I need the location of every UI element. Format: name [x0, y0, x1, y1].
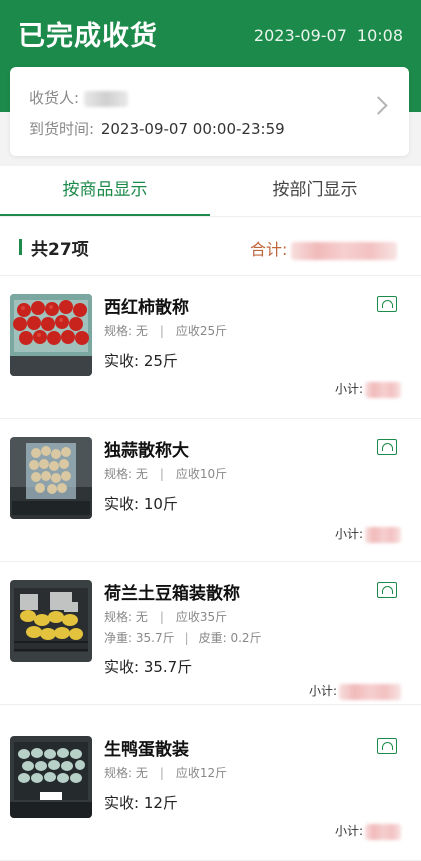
receiver-name-redacted [83, 90, 128, 107]
subtotal: 小计: [309, 682, 401, 700]
arrival-value: 2023-09-07 00:00-23:59 [100, 120, 285, 138]
subtotal: 小计: [335, 822, 401, 840]
spec-value: 规格: 无 [104, 766, 148, 780]
spec-value: 规格: 无 [104, 324, 148, 338]
header-date: 2023-09-07 [253, 26, 347, 45]
product-image-potato [10, 580, 92, 662]
product-spec: 规格: 无 | 应收35斤 [104, 610, 228, 624]
page-title: 已完成收货 [18, 21, 158, 52]
total-label: 合计: [250, 240, 288, 259]
product-spec: 规格: 无 | 应收10斤 [104, 467, 228, 481]
list-item[interactable]: 西红柿散称 规格: 无 | 应收25斤 实收: 25斤 小计: [0, 276, 421, 419]
tab-by-department[interactable]: 按部门显示 [210, 166, 420, 216]
arrival-label: 到货时间: [29, 120, 95, 138]
total-value-redacted [291, 241, 398, 260]
subtotal-label: 小计: [334, 824, 363, 838]
net-weight: 净重: 35.7斤 [104, 631, 175, 645]
spec-value: 规格: 无 [104, 467, 148, 481]
spec-value: 规格: 无 [104, 610, 148, 624]
tab-bar: 按商品显示 按部门显示 [0, 166, 421, 217]
product-name: 独蒜散称大 [104, 441, 189, 461]
received-qty: 实收: 35.7斤 [104, 658, 193, 676]
expected-qty: 应收12斤 [175, 766, 228, 780]
tare-weight: 皮重: 0.2斤 [198, 631, 262, 645]
product-name: 生鸭蛋散装 [104, 740, 189, 760]
chevron-right-icon[interactable] [369, 96, 388, 115]
product-spec: 规格: 无 | 应收25斤 [104, 324, 228, 338]
scale-icon[interactable] [377, 296, 397, 312]
receiver-row: 收货人: [29, 87, 128, 108]
product-image-duck-egg [10, 736, 92, 818]
subtotal-value-redacted [365, 526, 401, 543]
product-image-tomato [10, 294, 92, 376]
receiver-label: 收货人: [29, 89, 80, 107]
subtotal-label: 小计: [334, 382, 363, 396]
weight-info: 净重: 35.7斤 | 皮重: 0.2斤 [104, 631, 262, 645]
tab-by-product[interactable]: 按商品显示 [0, 166, 210, 216]
subtotal-label: 小计: [308, 684, 337, 698]
summary-bar: 共27项 合计: [0, 217, 421, 276]
header-datetime: 2023-09-07 10:08 [254, 26, 403, 45]
list-item[interactable]: 荷兰土豆箱装散称 规格: 无 | 应收35斤 净重: 35.7斤 | 皮重: 0.2斤 … [0, 562, 421, 705]
subtotal-value-redacted [365, 381, 401, 398]
scale-icon[interactable] [377, 582, 397, 598]
received-qty: 实收: 12斤 [104, 794, 178, 812]
header-time: 10:08 [356, 26, 403, 45]
subtotal-value-redacted [365, 823, 401, 840]
product-image-garlic [10, 437, 92, 519]
expected-qty: 应收10斤 [175, 467, 228, 481]
expected-qty: 应收35斤 [175, 610, 228, 624]
scale-icon[interactable] [377, 738, 397, 754]
expected-qty: 应收25斤 [175, 324, 228, 338]
item-count: 共27项 [31, 240, 89, 260]
product-spec: 规格: 无 | 应收12斤 [104, 766, 228, 780]
accent-bar [19, 239, 22, 255]
list-item[interactable]: 生鸭蛋散装 规格: 无 | 应收12斤 实收: 12斤 小计: [0, 718, 421, 861]
product-name: 荷兰土豆箱装散称 [104, 584, 240, 604]
scale-icon[interactable] [377, 439, 397, 455]
list-item[interactable]: 独蒜散称大 规格: 无 | 应收10斤 实收: 10斤 小计: [0, 419, 421, 562]
receipt-info-card[interactable]: 收货人: 到货时间: 2023-09-07 00:00-23:59 [10, 67, 409, 156]
arrival-row: 到货时间: 2023-09-07 00:00-23:59 [29, 118, 285, 139]
subtotal-label: 小计: [334, 527, 363, 541]
subtotal-value-redacted [339, 683, 401, 700]
subtotal: 小计: [335, 380, 401, 398]
product-name: 西红柿散称 [104, 298, 189, 318]
received-qty: 实收: 25斤 [104, 352, 178, 370]
subtotal: 小计: [335, 525, 401, 543]
received-qty: 实收: 10斤 [104, 495, 178, 513]
total: 合计: [250, 236, 398, 260]
